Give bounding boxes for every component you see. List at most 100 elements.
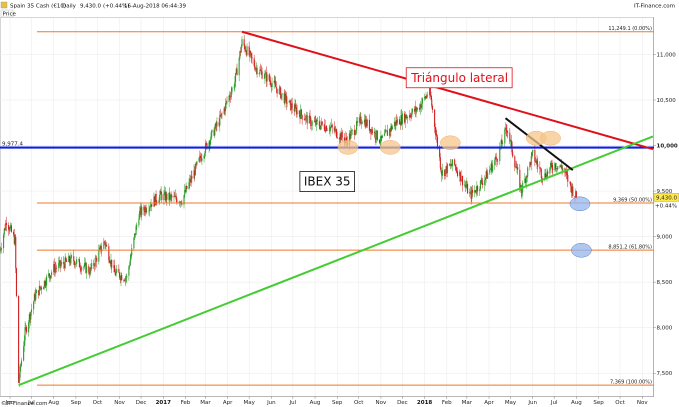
candle: [446, 163, 449, 174]
candle: [0, 248, 2, 250]
candle: [171, 195, 173, 198]
candle: [549, 167, 551, 174]
x-tick-label: Nov: [114, 400, 125, 406]
candle: [441, 170, 444, 176]
highlight-ellipse: [540, 130, 561, 146]
candle: [371, 129, 373, 134]
candle: [296, 110, 298, 115]
candle: [264, 73, 266, 78]
candle: [258, 73, 260, 75]
y-tick-label: 10,500: [657, 98, 677, 104]
candle: [527, 167, 529, 177]
candle: [271, 82, 273, 88]
candle: [455, 166, 457, 171]
candle: [23, 346, 25, 361]
candle: [539, 166, 541, 169]
candle: [20, 360, 23, 366]
candle: [221, 113, 223, 115]
candle: [331, 124, 333, 128]
candle: [501, 140, 503, 145]
candle: [45, 276, 48, 286]
candle: [210, 132, 212, 140]
candle: [454, 159, 456, 165]
fib-level-label: 9,369 (50.00%): [613, 197, 652, 203]
candle: [268, 74, 270, 81]
candle: [356, 121, 358, 123]
candle: [136, 225, 138, 227]
candle: [243, 39, 245, 46]
candle: [94, 258, 96, 267]
candle: [572, 186, 574, 197]
candle: [135, 226, 137, 235]
candle: [30, 309, 33, 313]
candle: [48, 273, 50, 277]
candle: [301, 114, 303, 120]
candle: [550, 162, 552, 165]
candle: [291, 103, 293, 109]
candle: [309, 115, 311, 118]
x-tick-label: 2017: [156, 400, 171, 406]
candle: [330, 126, 332, 128]
candle: [280, 94, 282, 99]
candle: [499, 147, 501, 162]
candle: [560, 164, 562, 168]
candle: [241, 39, 243, 47]
highlight-ellipse: [569, 196, 591, 212]
x-tick-label: Jun: [266, 400, 276, 406]
candle: [531, 152, 533, 156]
candle: [565, 171, 567, 174]
highlight-ellipse: [379, 140, 401, 155]
candle: [196, 161, 198, 165]
candle: [472, 189, 474, 193]
candle: [15, 268, 18, 296]
x-tick-label: May: [243, 400, 255, 406]
candle: [5, 222, 7, 226]
chart-last-price: 9,430.0: [80, 4, 101, 10]
candle: [78, 259, 81, 268]
candle: [505, 127, 507, 131]
candle: [329, 127, 331, 131]
x-tick-label: Sep: [332, 400, 343, 406]
x-tick-label: Jul: [550, 400, 558, 406]
candle: [305, 116, 307, 120]
candle: [562, 168, 564, 171]
candle: [540, 169, 542, 178]
candle: [310, 125, 313, 127]
candle: [434, 109, 436, 127]
candle: [275, 87, 277, 89]
candle: [238, 58, 240, 76]
candle: [18, 377, 20, 383]
chart-timeframe: Daily: [62, 4, 77, 10]
candle: [56, 267, 58, 269]
candle: [229, 95, 231, 97]
candle: [244, 45, 246, 51]
candle: [434, 126, 436, 134]
candle: [274, 80, 276, 83]
candle: [35, 290, 38, 294]
x-tick-label: May: [505, 400, 517, 406]
candle: [61, 261, 63, 265]
candle: [451, 159, 454, 166]
candle: [130, 255, 132, 260]
x-tick-label: Nov: [637, 400, 648, 406]
candle: [456, 171, 459, 177]
candle: [125, 277, 127, 279]
candle: [66, 260, 68, 262]
candle: [108, 260, 111, 263]
candle: [98, 250, 100, 262]
x-tick-label: Oct: [93, 400, 103, 406]
candle: [379, 142, 381, 144]
candle: [114, 265, 116, 273]
candle: [484, 179, 486, 186]
candle: [489, 169, 492, 170]
candle: [298, 110, 300, 115]
candle: [570, 181, 572, 187]
candle: [15, 236, 17, 269]
candle: [350, 131, 352, 139]
candle: [240, 46, 242, 53]
candle: [444, 169, 446, 176]
annotation-text: Triángulo lateral: [410, 71, 508, 85]
candle: [482, 182, 484, 186]
candle: [133, 237, 135, 249]
candle: [224, 103, 227, 112]
